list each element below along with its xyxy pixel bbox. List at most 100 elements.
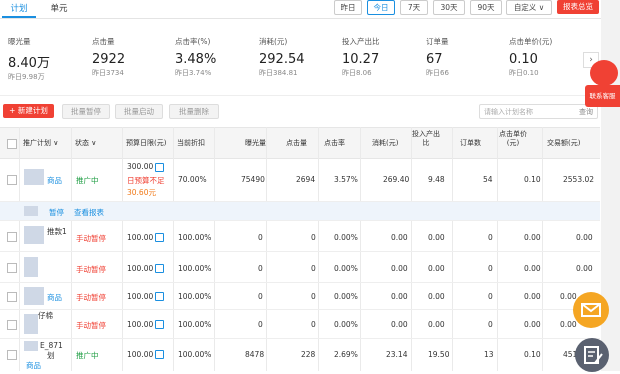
ctr-value: 0.00% xyxy=(334,292,358,301)
metric-cpc[interactable]: 点击单价(元) 0.10 昨日0.10 xyxy=(509,36,589,78)
metric-cost[interactable]: 消耗(元) 292.54 昨日384.81 xyxy=(259,36,339,78)
impressions-value: 0 xyxy=(258,264,263,273)
mascot-icon[interactable] xyxy=(590,60,618,86)
new-plan-button[interactable]: + 新建计划 xyxy=(3,104,54,118)
plan-name[interactable]: 推款1 xyxy=(47,226,67,237)
col-plan[interactable]: 推广计划 ∨ xyxy=(23,139,58,148)
impressions-value: 0 xyxy=(258,292,263,301)
discount-value: 100.00% xyxy=(178,292,212,301)
status-text: 手动暂停 xyxy=(76,265,106,274)
edit-icon[interactable] xyxy=(155,163,164,172)
plan-search-input[interactable]: 请输入计划名称 查询 xyxy=(479,104,598,119)
bulk-start-button[interactable]: 批量启动 xyxy=(115,104,163,119)
budget-value: 100.00 xyxy=(127,292,154,301)
tab-plan[interactable]: 计划 xyxy=(2,0,36,18)
clicks-value: 0 xyxy=(311,264,316,273)
clicks-value: 2694 xyxy=(296,175,316,184)
table-row[interactable]: 商品 手动暂停 100.00 100.00% 0 0 0.00% 0.00 0.… xyxy=(0,283,600,310)
cpc-value: 0.00 xyxy=(524,292,541,301)
roi-value: 0.00 xyxy=(428,320,445,329)
clicks-value: 228 xyxy=(301,350,316,359)
cpc-value: 0.00 xyxy=(524,320,541,329)
product-thumbnail xyxy=(24,226,44,244)
date-custom-dropdown[interactable]: 自定义 ∨ xyxy=(506,0,552,15)
cpc-value: 0.10 xyxy=(524,350,541,359)
metric-clicks[interactable]: 点击量 2922 昨日3734 xyxy=(92,36,172,78)
metric-ctr[interactable]: 点击率(%) 3.48% 昨日3.74% xyxy=(175,36,255,78)
clicks-value: 0 xyxy=(311,292,316,301)
date-7d-button[interactable]: 7天 xyxy=(400,0,428,15)
budget-value: 100.00 xyxy=(127,264,154,273)
row-checkbox[interactable] xyxy=(7,350,17,360)
date-90d-button[interactable]: 90天 xyxy=(470,0,502,15)
date-yesterday-button[interactable]: 昨日 xyxy=(334,0,362,15)
roi-value: 19.50 xyxy=(428,350,450,359)
search-placeholder: 请输入计划名称 xyxy=(484,108,533,116)
col-clicks: 点击量 xyxy=(286,139,307,147)
pause-link[interactable]: 暂停 xyxy=(49,207,64,218)
orders-value: 0 xyxy=(488,320,493,329)
metric-value: 2922 xyxy=(92,52,126,67)
table-row[interactable]: 手动暂停 100.00 100.00% 0 0 0.00% 0.00 0.00 … xyxy=(0,252,600,283)
tab-unit[interactable]: 单元 xyxy=(42,0,76,18)
roi-value: 0.00 xyxy=(428,292,445,301)
table-header: 推广计划 ∨ 状态 ∨ 预算日限(元) 当前折扣 曝光量 点击量 点击率 消耗(… xyxy=(0,127,600,159)
search-button[interactable]: 查询 xyxy=(579,107,593,117)
metric-orders[interactable]: 订单量 67 昨日66 xyxy=(426,36,506,78)
date-30d-button[interactable]: 30天 xyxy=(433,0,465,15)
plan-name[interactable]: 仔棉 xyxy=(38,310,53,321)
contact-service-button[interactable]: 联系客服 xyxy=(585,85,620,107)
gmv-value: 0.00 xyxy=(576,264,593,273)
cost-value: 23.14 xyxy=(386,350,408,359)
table-row[interactable]: 商品 推广中 300.00 日预算不足 30.60元 70.00% 75490 … xyxy=(0,158,600,202)
metric-prev: 昨日3734 xyxy=(92,69,124,77)
edit-icon[interactable] xyxy=(155,264,164,273)
budget-warning: 日预算不足 xyxy=(127,176,165,185)
col-orders: 订单数 xyxy=(460,139,481,147)
bulk-pause-button[interactable]: 批量暂停 xyxy=(62,104,110,119)
status-text: 手动暂停 xyxy=(76,234,106,243)
metric-prev: 昨日3.74% xyxy=(175,69,212,77)
row-checkbox[interactable] xyxy=(7,232,17,242)
metric-label: 消耗(元) xyxy=(259,37,288,46)
cost-value: 0.00 xyxy=(391,320,408,329)
metric-value: 8.40万 xyxy=(8,56,50,71)
metric-prev: 昨日8.06 xyxy=(342,69,372,77)
date-today-button[interactable]: 今日 xyxy=(367,0,395,15)
table-row[interactable]: 仔棉 手动暂停 100.00 100.00% 0 0 0.00% 0.00 0.… xyxy=(0,310,600,339)
col-status[interactable]: 状态 ∨ xyxy=(75,139,96,148)
cost-value: 0.00 xyxy=(391,233,408,242)
view-report-link[interactable]: 查看报表 xyxy=(74,207,104,218)
plan-name[interactable]: E_871 xyxy=(40,341,63,350)
discount-value: 100.00% xyxy=(178,264,212,273)
status-text: 手动暂停 xyxy=(76,321,106,330)
mail-button[interactable] xyxy=(573,292,609,328)
report-overview-button[interactable]: 报表总览 xyxy=(557,0,599,14)
product-tag: 商品 xyxy=(47,293,62,302)
edit-note-icon xyxy=(584,346,603,364)
row-checkbox[interactable] xyxy=(7,292,17,302)
select-all-checkbox[interactable] xyxy=(7,139,17,149)
ctr-value: 0.00% xyxy=(334,264,358,273)
row-checkbox[interactable] xyxy=(7,175,17,185)
discount-value: 100.00% xyxy=(178,350,212,359)
product-thumbnail xyxy=(24,314,38,334)
edit-icon[interactable] xyxy=(155,233,164,242)
feedback-button[interactable] xyxy=(575,338,609,372)
row-checkbox[interactable] xyxy=(7,263,17,273)
gmv-value: 0.00 xyxy=(576,233,593,242)
metric-value: 10.27 xyxy=(342,52,380,67)
impressions-value: 8478 xyxy=(245,350,265,359)
table-row[interactable]: E_871 划 商品 推广中 100.00 100.00% 8478 228 2… xyxy=(0,339,600,371)
col-cpc: 点击单价(元) xyxy=(499,130,527,147)
bulk-delete-button[interactable]: 批量删除 xyxy=(169,104,219,119)
edit-icon[interactable] xyxy=(155,320,164,329)
metric-label: 曝光量 xyxy=(8,37,31,46)
metric-impressions[interactable]: 曝光量 8.40万 昨日9.98万 xyxy=(8,36,88,82)
cost-value: 0.00 xyxy=(391,292,408,301)
edit-icon[interactable] xyxy=(155,350,164,359)
row-checkbox[interactable] xyxy=(7,320,17,330)
edit-icon[interactable] xyxy=(155,292,164,301)
table-row[interactable]: 推款1 手动暂停 100.00 100.00% 0 0 0.00% 0.00 0… xyxy=(0,221,600,252)
metric-roi[interactable]: 投入产出比 10.27 昨日8.06 xyxy=(342,36,422,78)
